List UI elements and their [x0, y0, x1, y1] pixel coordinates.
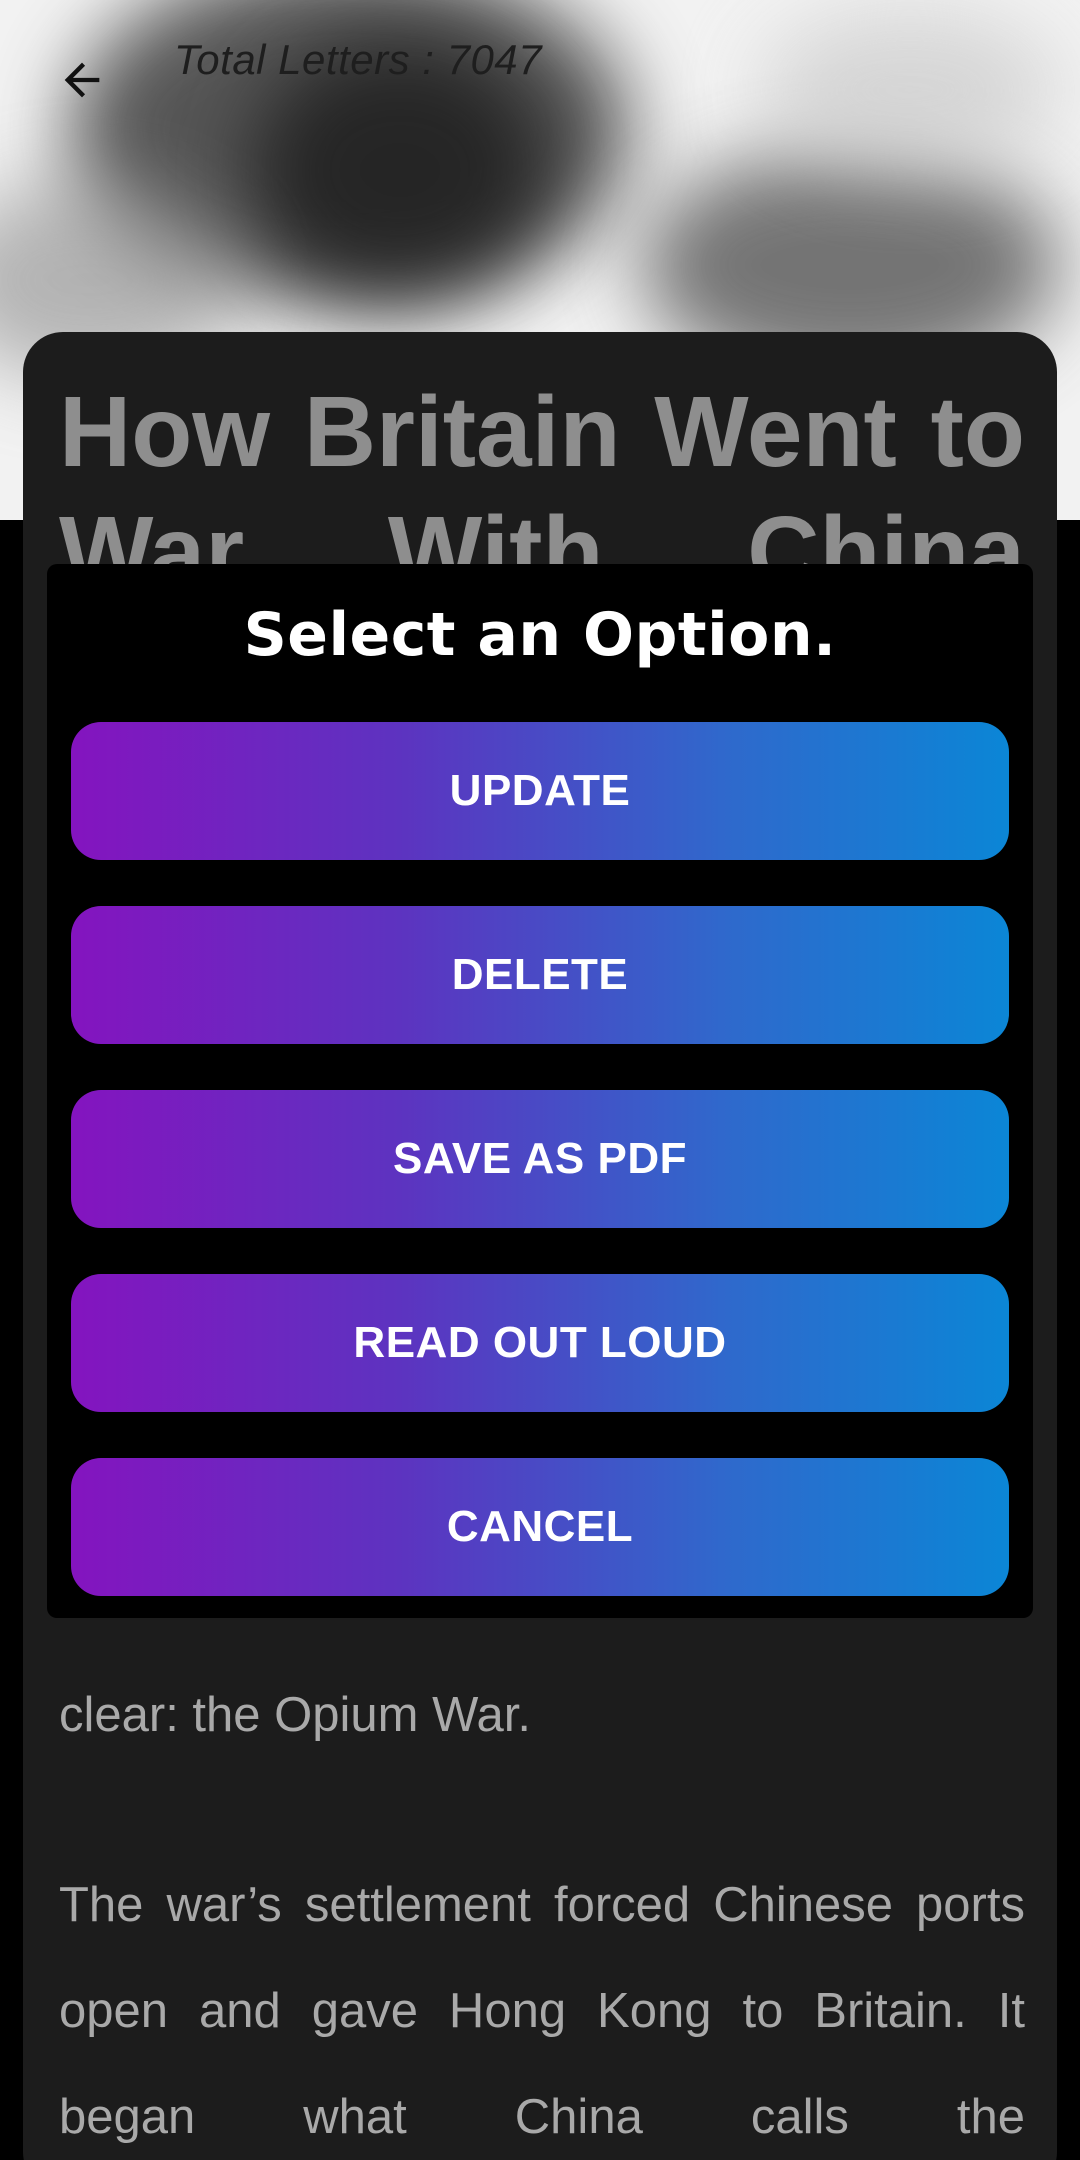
back-button[interactable] — [46, 44, 118, 116]
arrow-left-icon — [64, 62, 100, 98]
read-out-loud-button[interactable]: READ OUT LOUD — [71, 1274, 1009, 1412]
article-body: clear: the Opium War. The war’s settleme… — [59, 1662, 1025, 2160]
dialog-title: Select an Option. — [243, 600, 837, 670]
cancel-button[interactable]: CANCEL — [71, 1458, 1009, 1596]
update-button[interactable]: UPDATE — [71, 722, 1009, 860]
options-dialog: Select an Option. UPDATE DELETE SAVE AS … — [47, 564, 1033, 1618]
total-letters-count: Total Letters : 7047 — [174, 36, 543, 83]
delete-button[interactable]: DELETE — [71, 906, 1009, 1044]
paragraph: The war’s settlement forced Chinese port… — [59, 1878, 1025, 2144]
paragraph: clear: the Opium War. — [59, 1688, 532, 1742]
save-as-pdf-button[interactable]: SAVE AS PDF — [71, 1090, 1009, 1228]
